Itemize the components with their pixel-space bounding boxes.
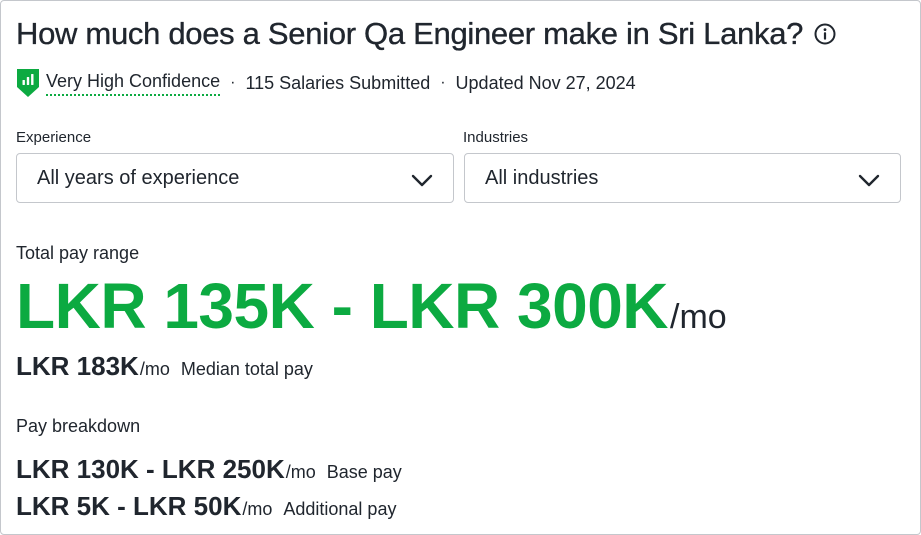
base-pay-label: Base pay [326, 462, 402, 482]
median-pay-unit: /mo [139, 359, 170, 379]
separator-dot: · [440, 74, 446, 91]
median-pay-value: LKR 183K [16, 351, 139, 381]
base-pay-unit: /mo [285, 462, 316, 482]
total-pay-range-value: LKR 135K - LKR 300K [16, 270, 669, 342]
base-pay-row: LKR 130K - LKR 250K /mo Base pay [16, 454, 402, 485]
info-icon[interactable] [813, 22, 837, 46]
additional-pay-value: LKR 5K - LKR 50K [16, 491, 242, 521]
shield-chart-icon [16, 68, 40, 98]
salary-card: How much does a Senior Qa Engineer make … [0, 0, 921, 535]
experience-label: Experience [16, 129, 92, 146]
chevron-down-icon [858, 171, 880, 187]
separator-dot: · [230, 74, 236, 91]
experience-select[interactable]: All years of experience [16, 153, 454, 203]
median-total-pay: LKR 183K /mo Median total pay [16, 351, 313, 382]
chevron-down-icon [411, 171, 433, 187]
total-pay-range-label: Total pay range [16, 243, 140, 263]
additional-pay-label: Additional pay [283, 499, 397, 519]
meta-row: Very High Confidence · 115 Salaries Subm… [16, 66, 636, 100]
total-pay-range-unit: /mo [670, 298, 727, 336]
salaries-submitted: 115 Salaries Submitted [245, 72, 431, 93]
updated-date: Updated Nov 27, 2024 [455, 72, 636, 93]
additional-pay-row: LKR 5K - LKR 50K /mo Additional pay [16, 491, 396, 522]
title-row: How much does a Senior Qa Engineer make … [16, 16, 837, 52]
median-pay-label: Median total pay [180, 359, 313, 379]
experience-select-value: All years of experience [37, 166, 240, 189]
pay-breakdown-label: Pay breakdown [16, 416, 141, 436]
base-pay-value: LKR 130K - LKR 250K [16, 454, 285, 484]
confidence-label[interactable]: Very High Confidence [46, 71, 221, 96]
industries-select[interactable]: All industries [464, 153, 901, 203]
industries-label: Industries [463, 129, 529, 146]
page-title: How much does a Senior Qa Engineer make … [16, 16, 804, 51]
industries-select-value: All industries [485, 166, 599, 189]
total-pay-range: LKR 135K - LKR 300K /mo [16, 269, 727, 343]
additional-pay-unit: /mo [242, 499, 273, 519]
